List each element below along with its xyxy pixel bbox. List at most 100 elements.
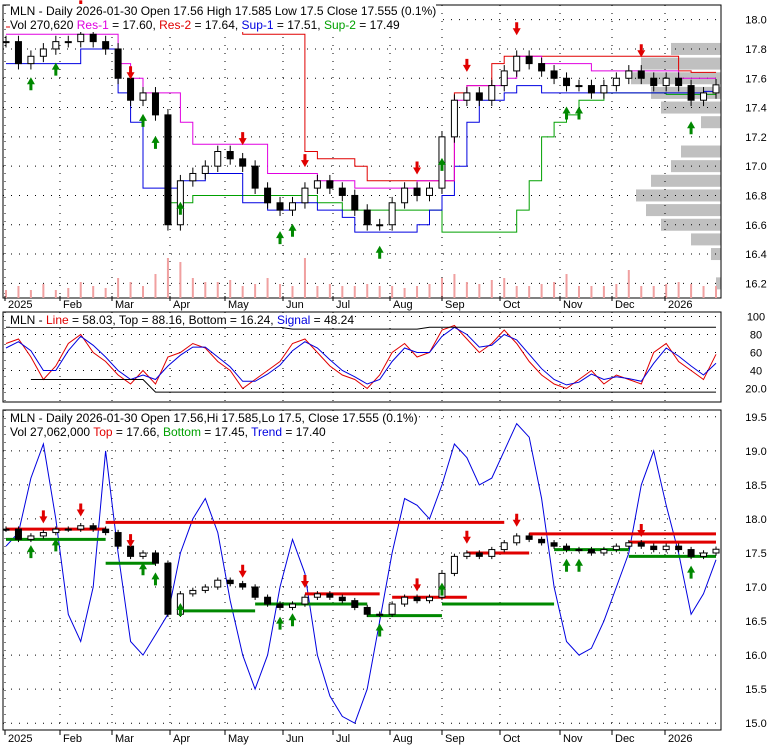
sup1-value: = 17.51,	[273, 18, 324, 32]
trend-price-candle	[475, 552, 483, 557]
price-panel-y-tick: 17.8	[745, 44, 766, 56]
price-buy-arrow-icon	[51, 62, 60, 76]
trend-price-sell-arrow-icon	[76, 503, 85, 517]
trend-price-candle	[2, 528, 10, 531]
trend-price-candle	[239, 583, 247, 588]
trend-price-candle	[513, 535, 521, 544]
trend-price-sell-arrow-icon	[512, 513, 521, 527]
trend-price-candle	[450, 555, 458, 574]
price-buy-arrow-icon	[687, 121, 696, 135]
x-tick-label: Jul	[336, 733, 350, 745]
price-sell-arrow-icon	[300, 154, 309, 168]
volume-bar	[42, 284, 45, 298]
volume-bar	[690, 284, 693, 298]
price-candle	[214, 151, 222, 167]
volume-profile-bar	[646, 204, 721, 217]
price-panel-y-tick: 16.4	[745, 249, 766, 261]
price-candle	[650, 77, 658, 87]
volume-bar	[191, 278, 194, 298]
price-panel-y-tick: 16.6	[745, 220, 766, 232]
panel1-title: MLN - Daily 2026-01-30 Open 17.56 High 1…	[10, 4, 437, 18]
trend-price-candle	[625, 542, 633, 547]
volume-bar	[490, 280, 493, 298]
price-candle	[513, 55, 521, 72]
price-candle	[2, 41, 10, 44]
price-candle	[687, 85, 695, 101]
price-buy-arrow-icon	[562, 106, 571, 120]
volume-bar	[266, 278, 269, 298]
x-tick-label: 2026	[668, 733, 692, 745]
volume-bar	[378, 286, 381, 298]
trend-panel-y-tick: 16.5	[745, 616, 766, 628]
x-tick-label: Feb	[63, 733, 82, 745]
volume-bar	[79, 282, 82, 298]
price-candle	[14, 41, 22, 65]
trend-price-candle	[712, 548, 720, 554]
bottom-label: Bottom	[162, 425, 201, 439]
trend-label: Trend	[251, 425, 283, 439]
volume-bar	[553, 282, 556, 298]
trend-price-candle	[488, 549, 496, 557]
trend-price-candle	[700, 552, 708, 557]
trend-price-candle	[102, 528, 110, 534]
x-tick-label: Nov	[563, 299, 583, 311]
trend-panel-y-tick: 15.0	[745, 718, 766, 730]
volume-profile-bar	[641, 57, 721, 70]
price-candle	[563, 77, 571, 87]
x-tick-label: Mar	[115, 299, 134, 311]
price-candle	[251, 165, 259, 189]
volume-bar	[677, 282, 680, 298]
price-candle	[102, 41, 110, 50]
x-tick-label: May	[228, 733, 249, 745]
x-tick-label: Dec	[615, 733, 635, 745]
price-buy-arrow-icon	[276, 231, 285, 245]
price-candle	[226, 151, 234, 160]
oscillator-panel-y-tick: 20.0	[745, 384, 766, 396]
price-candle	[388, 202, 396, 226]
price-candle	[301, 187, 309, 204]
volume-bar	[528, 286, 531, 298]
price-candle	[189, 172, 197, 182]
panel2-header: MLN - Line = 58.03, Top = 88.16, Bottom …	[10, 313, 355, 327]
trend-price-candle	[139, 552, 147, 557]
price-candle	[625, 70, 633, 79]
trend-price-candle	[151, 552, 159, 564]
price-candle	[413, 187, 421, 196]
price-candle	[164, 114, 172, 226]
trend-price-candle	[64, 528, 72, 531]
trend-price-candle	[500, 542, 508, 551]
trend-price-candle	[563, 545, 571, 551]
price-buy-arrow-icon	[151, 135, 160, 149]
volume-profile-bar	[691, 233, 721, 246]
trend-price-candle	[201, 586, 209, 591]
trend-panel-y-tick: 19.5	[745, 412, 766, 424]
trend-price-candle	[662, 545, 670, 551]
price-sell-arrow-icon	[126, 66, 135, 80]
price-panel-y-tick: 17.2	[745, 132, 766, 144]
x-tick-label: Dec	[615, 299, 635, 311]
volume-bar	[577, 286, 580, 298]
trend-price-buy-arrow-icon	[574, 558, 583, 572]
price-candle	[538, 63, 546, 72]
volume-bar	[142, 286, 145, 298]
volume-bar	[565, 274, 568, 298]
price-candle	[500, 70, 508, 87]
volume-bar	[366, 284, 369, 298]
volume-bar	[216, 282, 219, 298]
trend-price-candle	[538, 538, 546, 544]
x-tick-label: Sep	[445, 299, 465, 311]
panel1-header: MLN - Daily 2026-01-30 Open 17.56 High 1…	[10, 4, 437, 32]
volume-bar	[428, 284, 431, 298]
volume-bar	[166, 258, 169, 298]
trend-price-candle	[189, 589, 197, 595]
volume-bar	[129, 282, 132, 298]
volume-bar	[715, 286, 717, 298]
price-candle	[600, 85, 608, 94]
price-panel-y-tick: 16.2	[745, 278, 766, 290]
signal-value: = 48.24	[310, 313, 355, 327]
panel3-volume: Vol 27,062,000	[10, 425, 94, 439]
x-tick-label: Jul	[336, 299, 350, 311]
trend-price-candle	[376, 613, 384, 616]
price-candle	[338, 187, 346, 196]
x-tick-label: 2025	[8, 733, 32, 745]
